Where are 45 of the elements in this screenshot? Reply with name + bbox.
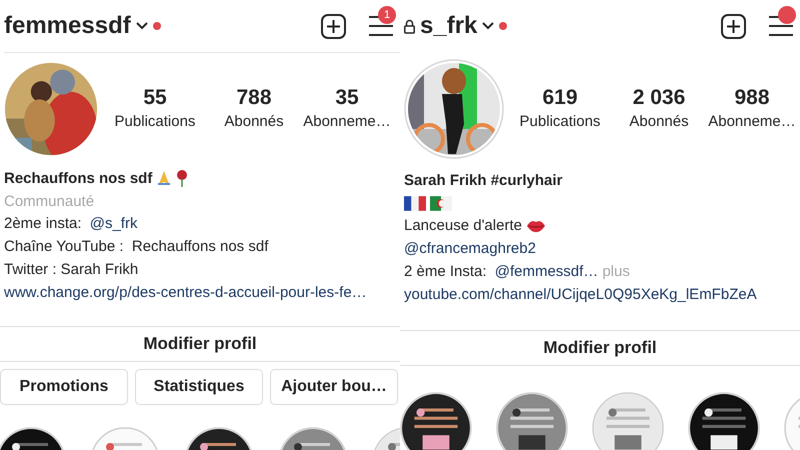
bio-text: 2ème insta: (4, 215, 83, 232)
chevron-down-icon[interactable] (482, 22, 494, 30)
chevron-down-icon[interactable] (136, 22, 148, 30)
bio-link[interactable]: youtube.com/channel/UCijqeL0Q95XeKg_lEmFbZeA (404, 286, 757, 303)
username[interactable]: femmessdf (4, 12, 131, 40)
notification-badge: 1 (378, 6, 396, 24)
stat-count: 619 (542, 85, 578, 111)
stat-label: Abonneme… (708, 112, 796, 132)
bio-text: Lanceuse d'alerte (404, 217, 522, 234)
notification-dot-icon (499, 22, 508, 30)
bio-link[interactable]: www.change.org/p/des-centres-d-accueil-pour-les-fe… (4, 284, 367, 301)
edit-profile-button[interactable]: Modifier profil (400, 330, 800, 366)
add-post-icon[interactable] (321, 14, 346, 38)
username[interactable]: s_frk (420, 12, 478, 40)
bio-text: 2 ème Insta: (404, 263, 488, 280)
stat-label: Publications (520, 112, 600, 132)
profile-action-button[interactable]: Statistiques (135, 368, 263, 405)
stat-count: 2 036 (632, 85, 686, 111)
profile-name: Rechauffons nos sdf (4, 170, 152, 187)
stat-label: Abonnés (629, 112, 689, 132)
profile-action-button[interactable]: Ajouter bou… (270, 368, 398, 405)
profile-name: Sarah Frikh #curlyhair (404, 172, 562, 189)
bio-link[interactable]: @s_frk (90, 215, 138, 232)
stat-label: Publications (114, 112, 196, 132)
bio-link[interactable]: @femmessdf… (494, 263, 598, 280)
add-post-icon[interactable] (721, 14, 746, 38)
stat-count: 35 (335, 85, 359, 111)
bio-link[interactable]: @cfrancemaghreb2 (404, 240, 536, 258)
stat-count: 55 (143, 85, 167, 111)
rose-icon (176, 169, 188, 188)
stat-count: 788 (236, 85, 272, 111)
edit-profile-button[interactable]: Modifier profil (0, 326, 400, 362)
lips-icon (526, 218, 546, 233)
menu-icon[interactable] (768, 15, 794, 37)
muted-text: Communauté (4, 192, 94, 210)
flag-icon (404, 196, 426, 211)
profile-action-button[interactable]: Promotions (0, 368, 128, 405)
flag-icon (430, 196, 452, 211)
stat-label: Abonneme… (303, 112, 391, 132)
bio-text: Twitter : Sarah Frikh (4, 261, 138, 278)
notification-dot-icon (152, 22, 161, 30)
stat-count: 988 (734, 85, 770, 111)
bio-text: Chaîne YouTube : Rechauffons nos sdf (4, 238, 268, 256)
notification-badge (778, 6, 796, 24)
stat-label: Abonnés (224, 112, 284, 132)
